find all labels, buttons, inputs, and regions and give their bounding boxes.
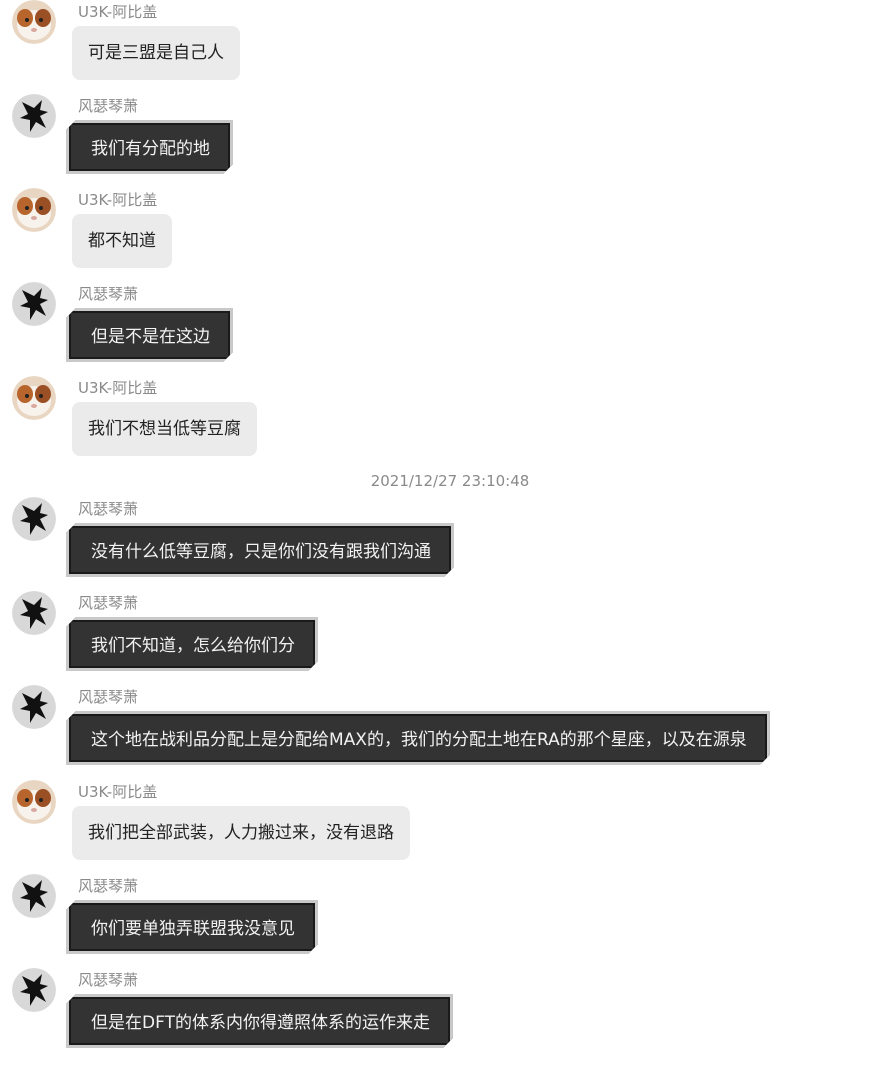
sender-name: U3K-阿比盖 [78, 3, 158, 21]
message-bubble[interactable]: 我们有分配的地 [66, 120, 233, 174]
sender-name: 风瑟琴萧 [78, 971, 139, 989]
guinea-pig-avatar-icon[interactable] [12, 780, 56, 824]
sender-name: U3K-阿比盖 [78, 191, 158, 209]
sender-name: 风瑟琴萧 [78, 500, 139, 518]
message-bubble[interactable]: 都不知道 [72, 214, 172, 268]
sender-name: 风瑟琴萧 [78, 285, 139, 303]
timestamp: 2021/12/27 23:10:48 [370, 472, 530, 490]
dragon-avatar-icon[interactable] [12, 685, 56, 729]
message-bubble[interactable]: 我们把全部武装，人力搬过来，没有退路 [72, 806, 410, 860]
dragon-avatar-icon[interactable] [12, 497, 56, 541]
message-bubble[interactable]: 这个地在战利品分配上是分配给MAX的，我们的分配土地在RA的那个星座，以及在源泉 [66, 711, 770, 765]
sender-name: 风瑟琴萧 [78, 97, 139, 115]
guinea-pig-avatar-icon[interactable] [12, 376, 56, 420]
dragon-avatar-icon[interactable] [12, 874, 56, 918]
sender-name: U3K-阿比盖 [78, 783, 158, 801]
message-bubble[interactable]: 没有什么低等豆腐，只是你们没有跟我们沟通 [66, 523, 454, 577]
message-bubble[interactable]: 可是三盟是自己人 [72, 26, 240, 80]
guinea-pig-avatar-icon[interactable] [12, 188, 56, 232]
sender-name: 风瑟琴萧 [78, 877, 139, 895]
dragon-avatar-icon[interactable] [12, 282, 56, 326]
message-bubble[interactable]: 我们不想当低等豆腐 [72, 402, 257, 456]
message-bubble[interactable]: 但是在DFT的体系内你得遵照体系的运作来走 [66, 994, 453, 1048]
dragon-avatar-icon[interactable] [12, 968, 56, 1012]
message-bubble[interactable]: 我们不知道，怎么给你们分 [66, 617, 318, 671]
message-bubble[interactable]: 你们要单独弄联盟我没意见 [66, 900, 318, 954]
sender-name: 风瑟琴萧 [78, 688, 139, 706]
dragon-avatar-icon[interactable] [12, 94, 56, 138]
guinea-pig-avatar-icon[interactable] [12, 0, 56, 44]
sender-name: U3K-阿比盖 [78, 379, 158, 397]
sender-name: 风瑟琴萧 [78, 594, 139, 612]
dragon-avatar-icon[interactable] [12, 591, 56, 635]
message-bubble[interactable]: 但是不是在这边 [66, 308, 233, 362]
